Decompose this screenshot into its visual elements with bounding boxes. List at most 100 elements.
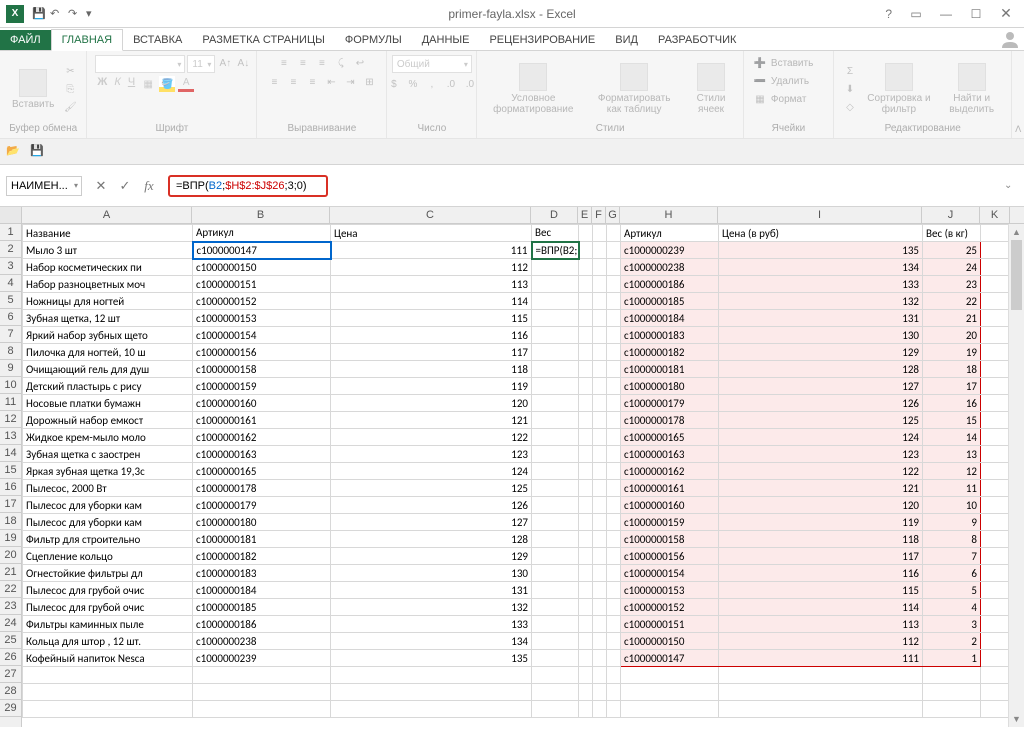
cell-F2[interactable] xyxy=(593,242,607,259)
cell-D7[interactable] xyxy=(532,327,579,344)
cell-J14[interactable]: 13 xyxy=(923,446,981,463)
cell-J21[interactable]: 6 xyxy=(923,565,981,582)
cell-B4[interactable]: с1000000151 xyxy=(193,276,331,293)
column-header-E[interactable]: E xyxy=(578,207,592,223)
cell-B17[interactable]: с1000000179 xyxy=(193,497,331,514)
cell-D19[interactable] xyxy=(532,531,579,548)
cell-E16[interactable] xyxy=(579,480,593,497)
cell-J3[interactable]: 24 xyxy=(923,259,981,276)
cell-J8[interactable]: 19 xyxy=(923,344,981,361)
cell-D20[interactable] xyxy=(532,548,579,565)
cell-D17[interactable] xyxy=(532,497,579,514)
cell-A5[interactable]: Ножницы для ногтей xyxy=(23,293,193,310)
tab-formulas[interactable]: ФОРМУЛЫ xyxy=(335,30,412,50)
cell-D12[interactable] xyxy=(532,412,579,429)
tab-view[interactable]: ВИД xyxy=(605,30,648,50)
cell-H20[interactable]: с1000000156 xyxy=(621,548,719,565)
cell-K14[interactable] xyxy=(981,446,1011,463)
collapse-ribbon-icon[interactable]: ᐱ xyxy=(1015,124,1021,135)
cell-D9[interactable] xyxy=(532,361,579,378)
cell-A29[interactable] xyxy=(23,701,193,718)
align-right-icon[interactable]: ≡ xyxy=(304,74,320,90)
cell-G13[interactable] xyxy=(607,429,621,446)
row-header-8[interactable]: 8 xyxy=(0,343,21,360)
cell-J11[interactable]: 16 xyxy=(923,395,981,412)
cell-G16[interactable] xyxy=(607,480,621,497)
cell-F26[interactable] xyxy=(593,650,607,667)
cell-A16[interactable]: Пылесос, 2000 Вт xyxy=(23,480,193,497)
cell-I26[interactable]: 111 xyxy=(719,650,923,667)
cell-D27[interactable] xyxy=(532,667,579,684)
cell-J6[interactable]: 21 xyxy=(923,310,981,327)
cell-E25[interactable] xyxy=(579,633,593,650)
cell-G28[interactable] xyxy=(607,684,621,701)
cell-B28[interactable] xyxy=(193,684,331,701)
cell-I5[interactable]: 132 xyxy=(719,293,923,310)
cell-G21[interactable] xyxy=(607,565,621,582)
cell-E14[interactable] xyxy=(579,446,593,463)
cell-H21[interactable]: с1000000154 xyxy=(621,565,719,582)
cell-J4[interactable]: 23 xyxy=(923,276,981,293)
cell-B9[interactable]: с1000000158 xyxy=(193,361,331,378)
cell-F14[interactable] xyxy=(593,446,607,463)
orientation-icon[interactable]: ⤹ xyxy=(333,55,349,71)
cell-I15[interactable]: 122 xyxy=(719,463,923,480)
cell-F5[interactable] xyxy=(593,293,607,310)
qat-save-icon[interactable]: 💾 xyxy=(32,7,46,21)
cell-A17[interactable]: Пылесос для уборки кам xyxy=(23,497,193,514)
cell-B22[interactable]: с1000000184 xyxy=(193,582,331,599)
tab-developer[interactable]: РАЗРАБОТЧИК xyxy=(648,30,746,50)
cell-B20[interactable]: с1000000182 xyxy=(193,548,331,565)
cell-F9[interactable] xyxy=(593,361,607,378)
column-header-C[interactable]: C xyxy=(330,207,531,223)
close-button[interactable]: ✕ xyxy=(994,4,1018,24)
cell-B10[interactable]: с1000000159 xyxy=(193,378,331,395)
cell-G29[interactable] xyxy=(607,701,621,718)
cell-A15[interactable]: Яркая зубная щетка 19,3с xyxy=(23,463,193,480)
cell-I6[interactable]: 131 xyxy=(719,310,923,327)
row-header-20[interactable]: 20 xyxy=(0,547,21,564)
cell-I24[interactable]: 113 xyxy=(719,616,923,633)
cell-E15[interactable] xyxy=(579,463,593,480)
row-header-24[interactable]: 24 xyxy=(0,615,21,632)
cell-H14[interactable]: с1000000163 xyxy=(621,446,719,463)
cell-J15[interactable]: 12 xyxy=(923,463,981,480)
fill-color-icon[interactable]: 🪣 xyxy=(159,76,175,92)
cell-H16[interactable]: с1000000161 xyxy=(621,480,719,497)
enter-formula-icon[interactable]: ✓ xyxy=(116,177,134,195)
cell-H28[interactable] xyxy=(621,684,719,701)
cell-B6[interactable]: с1000000153 xyxy=(193,310,331,327)
cell-J7[interactable]: 20 xyxy=(923,327,981,344)
cell-F25[interactable] xyxy=(593,633,607,650)
cell-J27[interactable] xyxy=(923,667,981,684)
cell-K9[interactable] xyxy=(981,361,1011,378)
cell-A9[interactable]: Очищающий гель для душ xyxy=(23,361,193,378)
conditional-formatting-button[interactable]: Условное форматирование xyxy=(485,61,581,117)
decrease-decimal-icon[interactable]: .0 xyxy=(462,76,478,92)
qat-undo-icon[interactable]: ↶ xyxy=(50,7,64,21)
wrap-text-icon[interactable]: ↩ xyxy=(352,55,368,71)
align-bottom-icon[interactable]: ≡ xyxy=(314,55,330,71)
cell-H5[interactable]: с1000000185 xyxy=(621,293,719,310)
cell-G4[interactable] xyxy=(607,276,621,293)
row-header-25[interactable]: 25 xyxy=(0,632,21,649)
cell-H12[interactable]: с1000000178 xyxy=(621,412,719,429)
cell-J20[interactable]: 7 xyxy=(923,548,981,565)
cell-C17[interactable]: 126 xyxy=(331,497,532,514)
cell-C3[interactable]: 112 xyxy=(331,259,532,276)
cell-K28[interactable] xyxy=(981,684,1011,701)
cell-K27[interactable] xyxy=(981,667,1011,684)
cell-D2[interactable]: =ВПР(B2;$ xyxy=(532,242,579,259)
increase-indent-icon[interactable]: ⇥ xyxy=(342,74,358,90)
cell-F12[interactable] xyxy=(593,412,607,429)
cell-E27[interactable] xyxy=(579,667,593,684)
cell-A27[interactable] xyxy=(23,667,193,684)
cell-styles-button[interactable]: Стили ячеек xyxy=(687,61,735,117)
cell-E24[interactable] xyxy=(579,616,593,633)
cell-C10[interactable]: 119 xyxy=(331,378,532,395)
cell-C24[interactable]: 133 xyxy=(331,616,532,633)
row-header-9[interactable]: 9 xyxy=(0,360,21,377)
cell-B15[interactable]: с1000000165 xyxy=(193,463,331,480)
row-header-10[interactable]: 10 xyxy=(0,377,21,394)
cell-B26[interactable]: с1000000239 xyxy=(193,650,331,667)
